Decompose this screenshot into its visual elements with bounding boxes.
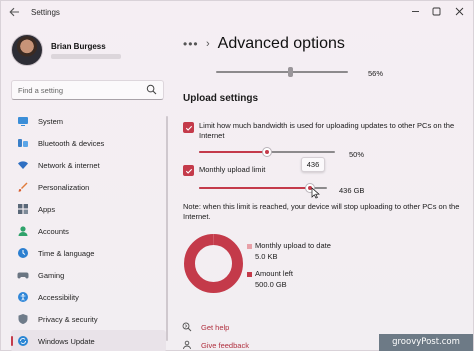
sidebar-item-label: Accounts xyxy=(38,226,69,236)
upload-limit-note: Note: when this limit is reached, your d… xyxy=(183,202,460,221)
more-options-button[interactable]: ••• xyxy=(183,37,203,51)
checkmark-icon xyxy=(185,168,192,174)
sidebar-item-label: Accessibility xyxy=(38,292,79,302)
sidebar-item-label: Network & internet xyxy=(38,160,100,170)
help-icon xyxy=(182,322,192,332)
monthly-upload-limit-checkbox[interactable] xyxy=(183,165,194,176)
brush-icon xyxy=(17,181,29,193)
sidebar-item-label: Bluetooth & devices xyxy=(38,138,105,148)
back-button[interactable] xyxy=(6,6,22,20)
mouse-cursor-icon xyxy=(311,187,320,199)
legend-remaining-label: Amount left xyxy=(255,269,293,278)
sidebar-scrollbar[interactable] xyxy=(166,116,168,341)
sidebar-item-label: System xyxy=(38,116,64,126)
page-title: Advanced options xyxy=(217,35,345,52)
sidebar-item-time-language[interactable]: Time & language xyxy=(11,242,166,264)
bandwidth-percent-slider[interactable] xyxy=(199,147,335,157)
maximize-icon xyxy=(432,7,440,16)
watermark: groovyPost.com xyxy=(379,334,473,351)
bluetooth-icon xyxy=(17,137,29,149)
settings-window: Settings Brian Burgess System Bluetooth … xyxy=(0,0,474,351)
slider-track xyxy=(216,71,348,73)
bandwidth-percent-value: 50% xyxy=(349,150,365,159)
close-button[interactable] xyxy=(449,5,469,21)
feedback-icon xyxy=(183,340,191,350)
title-bar: Settings xyxy=(1,1,473,25)
sidebar-item-label: Privacy & security xyxy=(38,314,98,324)
globe-clock-icon xyxy=(17,247,29,259)
shield-icon xyxy=(17,313,29,325)
download-percent-slider[interactable] xyxy=(216,67,348,77)
legend-swatch-remaining xyxy=(247,272,252,277)
sidebar-item-privacy-security[interactable]: Privacy & security xyxy=(11,308,166,330)
sidebar-item-apps[interactable]: Apps xyxy=(11,198,166,220)
sidebar-item-system[interactable]: System xyxy=(11,110,166,132)
sidebar-item-accounts[interactable]: Accounts xyxy=(11,220,166,242)
top-slider-value: 56% xyxy=(368,69,384,78)
user-name: Brian Burgess xyxy=(51,42,106,51)
avatar xyxy=(11,34,43,66)
accessibility-icon xyxy=(17,291,29,303)
bandwidth-limit-label: Limit how much bandwidth is used for upl… xyxy=(199,121,455,140)
sidebar-item-label: Time & language xyxy=(38,248,95,258)
wifi-icon xyxy=(17,159,29,171)
sidebar-item-personalization[interactable]: Personalization xyxy=(11,176,166,198)
legend-uploaded-value: 5.0 KB xyxy=(255,252,278,261)
upload-settings-title: Upload settings xyxy=(183,93,259,104)
chevron-right-icon: › xyxy=(206,38,210,50)
person-icon xyxy=(17,225,29,237)
minimize-icon xyxy=(411,11,419,12)
upload-usage-donut-chart xyxy=(184,234,243,293)
sidebar-item-label: Personalization xyxy=(38,182,90,192)
sidebar-item-bluetooth[interactable]: Bluetooth & devices xyxy=(11,132,166,154)
sidebar-item-windows-update[interactable]: Windows Update xyxy=(11,330,166,351)
search-icon xyxy=(146,84,157,95)
legend-swatch-uploaded xyxy=(247,244,252,249)
give-feedback-label[interactable]: Give feedback xyxy=(201,341,249,350)
user-email-redacted xyxy=(51,54,121,59)
apps-icon xyxy=(17,203,29,215)
give-feedback-link[interactable]: Give feedback xyxy=(182,340,249,350)
slider-fill xyxy=(199,187,310,189)
sidebar-item-accessibility[interactable]: Accessibility xyxy=(11,286,166,308)
get-help-label[interactable]: Get help xyxy=(201,323,229,332)
search-input[interactable] xyxy=(18,81,143,99)
gamepad-icon xyxy=(17,269,29,281)
sidebar-item-gaming[interactable]: Gaming xyxy=(11,264,166,286)
sidebar-nav: System Bluetooth & devices Network & int… xyxy=(11,110,166,351)
get-help-link[interactable]: Get help xyxy=(182,322,229,332)
breadcrumb: ••• › Advanced options xyxy=(183,34,345,54)
sidebar-item-label: Gaming xyxy=(38,270,65,280)
monthly-upload-limit-label: Monthly upload limit xyxy=(199,165,266,174)
slider-thumb[interactable] xyxy=(262,147,272,157)
minimize-button[interactable] xyxy=(405,5,425,21)
user-account-card[interactable]: Brian Burgess xyxy=(11,34,161,70)
sidebar-item-label: Windows Update xyxy=(38,336,95,346)
sidebar-item-network[interactable]: Network & internet xyxy=(11,154,166,176)
slider-fill xyxy=(199,151,267,153)
search-box[interactable] xyxy=(11,80,164,100)
bandwidth-limit-checkbox[interactable] xyxy=(183,122,194,133)
monitor-icon xyxy=(17,115,29,127)
checkmark-icon xyxy=(185,125,192,131)
close-icon xyxy=(455,7,463,16)
monthly-upload-limit-value: 436 GB xyxy=(339,186,365,195)
maximize-button[interactable] xyxy=(426,5,446,21)
donut-remaining-ring xyxy=(184,234,243,293)
slider-value-tooltip: 436 xyxy=(301,157,325,172)
slider-thumb[interactable] xyxy=(288,67,293,77)
legend-uploaded-label: Monthly upload to date xyxy=(255,241,331,250)
sidebar-item-label: Apps xyxy=(38,204,56,214)
legend-remaining-value: 500.0 GB xyxy=(255,280,287,289)
monthly-upload-limit-slider[interactable] xyxy=(199,183,327,193)
windows-update-icon xyxy=(17,335,29,347)
app-title: Settings xyxy=(31,8,60,17)
arrow-left-icon xyxy=(8,7,19,17)
